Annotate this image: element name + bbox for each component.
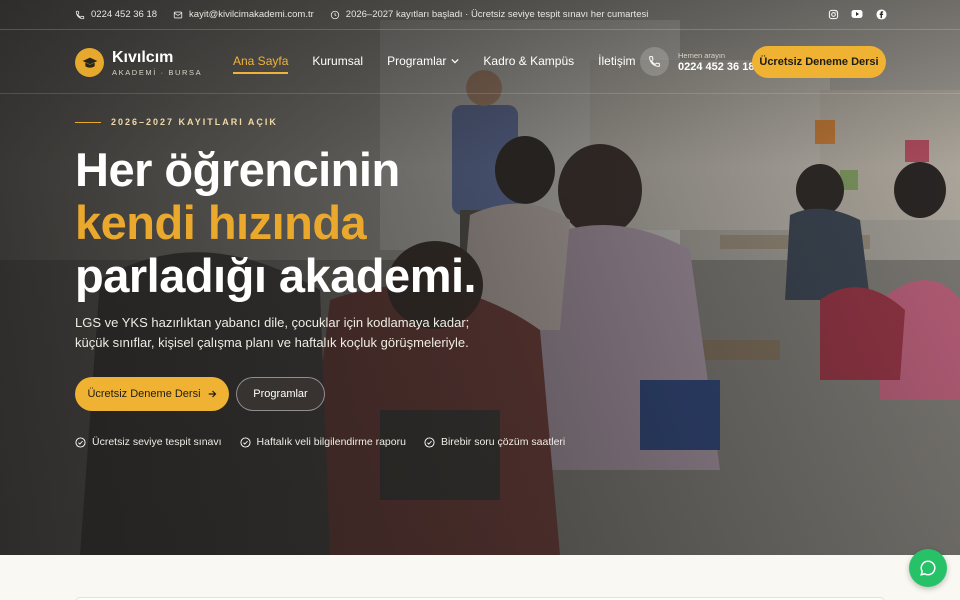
topbar-announcement-text: 2026–2027 kayıtları başladı · Ücretsiz s… [345, 9, 649, 20]
check-circle-icon [424, 436, 435, 448]
feature-item: Birebir soru çözüm saatleri [424, 436, 565, 448]
check-circle-icon [240, 436, 251, 448]
chevron-down-icon [451, 58, 460, 64]
facebook-icon[interactable] [874, 7, 888, 21]
nav-item-label: İletişim [598, 54, 636, 68]
nav-item-ana-sayfa[interactable]: Ana Sayfa [233, 54, 289, 74]
nav-item-kadro-kampus[interactable]: Kadro & Kampüs [483, 54, 574, 68]
main-navigation: Kıvılcım AKADEMİ · BURSA Ana Sayfa Kurum… [0, 30, 960, 94]
feature-text: Haftalık veli bilgilendirme raporu [256, 436, 406, 448]
youtube-icon[interactable] [850, 7, 864, 21]
programs-button-label: Programlar [253, 388, 308, 400]
check-circle-icon [75, 436, 86, 448]
eyebrow-line [75, 121, 101, 123]
topbar-phone[interactable]: 0224 452 36 18 [75, 9, 157, 20]
nav-item-label: Programlar [387, 54, 447, 68]
call-button[interactable] [640, 47, 669, 76]
topbar-email-text: kayit@kivilcimakademi.com.tr [189, 9, 314, 20]
feature-text: Birebir soru çözüm saatleri [440, 436, 566, 448]
phone-hint: Hemen arayın [678, 51, 726, 60]
free-trial-button[interactable]: Ücretsiz Deneme Dersi [75, 377, 229, 411]
nav-item-kurumsal[interactable]: Kurumsal [312, 54, 363, 68]
whatsapp-icon [920, 560, 936, 576]
feature-text: Ücretsiz seviye tespit sınavı [92, 436, 222, 448]
nav-item-iletisim[interactable]: İletişim [598, 54, 635, 68]
headline-line-3: parladığı akademi. [75, 249, 477, 302]
feature-item: Haftalık veli bilgilendirme raporu [240, 436, 406, 448]
phone-icon [649, 56, 660, 67]
free-trial-button-label: Ücretsiz Deneme Dersi [87, 388, 201, 400]
nav-item-label: Kurumsal [312, 54, 364, 68]
eyebrow-text: 2026–2027 KAYITLARI AÇIK [111, 117, 278, 127]
phone-icon [75, 10, 85, 19]
clock-icon [330, 10, 339, 19]
graduation-cap-icon[interactable] [75, 48, 104, 77]
hero-lead: LGS ve YKS hazırlıktan yabancı dile, çoc… [75, 315, 470, 350]
programs-button[interactable]: Programlar [236, 377, 325, 411]
nav-item-label: Kadro & Kampüs [483, 54, 575, 68]
mail-icon [173, 11, 183, 18]
feature-list: Ücretsiz seviye tespit sınavı Haftalık v… [75, 436, 583, 448]
brand-tagline: AKADEMİ · BURSA [112, 68, 203, 77]
whatsapp-chat-button[interactable] [909, 549, 947, 587]
headline-line-1: Her öğrencinin [75, 143, 400, 196]
instagram-icon[interactable] [826, 7, 840, 21]
arrow-right-icon [208, 390, 216, 398]
nav-item-label: Ana Sayfa [233, 54, 289, 68]
topbar-phone-text: 0224 452 36 18 [91, 9, 158, 20]
free-trial-button-header[interactable]: Ücretsiz Deneme Dersi [752, 46, 886, 78]
hero-eyebrow: 2026–2027 KAYITLARI AÇIK [75, 117, 278, 127]
brand-name[interactable]: Kıvılcım [112, 49, 173, 67]
nav-phone-number[interactable]: 0224 452 36 18 [678, 61, 754, 73]
social-links [826, 7, 888, 21]
topbar-announcement: 2026–2027 kayıtları başladı · Ücretsiz s… [330, 9, 649, 20]
feature-item: Ücretsiz seviye tespit sınavı [75, 436, 222, 448]
nav-menu: Ana Sayfa Kurumsal Programlar Kadro & Ka… [233, 54, 659, 74]
hero-headline: Her öğrencinin kendi hızında parladığı a… [75, 143, 477, 302]
headline-line-2: kendi hızında [75, 196, 367, 249]
nav-item-programlar[interactable]: Programlar [387, 54, 460, 68]
top-info-bar: 0224 452 36 18 kayit@kivilcimakademi.com… [0, 0, 960, 30]
topbar-email[interactable]: kayit@kivilcimakademi.com.tr [173, 9, 314, 20]
